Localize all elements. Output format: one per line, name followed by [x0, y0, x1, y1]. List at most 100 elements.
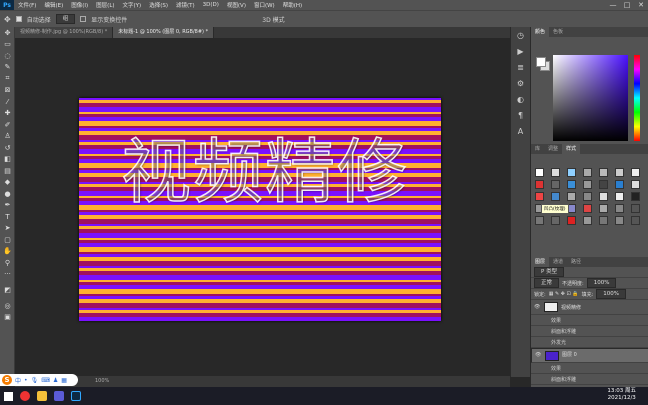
brush-settings-icon[interactable]: ≣ [511, 59, 530, 75]
style-swatch[interactable] [599, 180, 608, 189]
canvas-title-text[interactable]: 视频精修 [120, 116, 409, 217]
style-swatch[interactable] [551, 180, 560, 189]
style-swatch[interactable] [567, 180, 576, 189]
style-swatch[interactable] [535, 180, 544, 189]
eraser-tool-icon[interactable]: ◧ [0, 154, 15, 166]
tab-libraries[interactable]: 库 [531, 144, 544, 154]
style-swatch[interactable] [599, 204, 608, 213]
adjust-icon[interactable]: ◐ [511, 91, 530, 107]
screen-mode-icon[interactable]: ▣ [0, 312, 15, 324]
menu-image[interactable]: 图像(I) [67, 1, 92, 9]
style-swatch[interactable] [583, 204, 592, 213]
blend-mode-select[interactable]: 正常 [534, 278, 560, 288]
style-swatch[interactable] [567, 168, 576, 177]
move-tool-icon[interactable]: ✥ [4, 15, 11, 24]
style-swatch[interactable] [535, 216, 544, 225]
properties-icon[interactable]: ⚙ [511, 75, 530, 91]
style-swatch[interactable] [567, 192, 576, 201]
ime-toolbar[interactable]: S 中 • 🎙 ⌨ ♟ ▦ [0, 374, 78, 386]
style-swatch[interactable] [583, 192, 592, 201]
ime-mic-icon[interactable]: 🎙 [31, 377, 39, 384]
style-swatch[interactable] [583, 168, 592, 177]
ime-grid-icon[interactable]: ▦ [61, 377, 67, 384]
menu-file[interactable]: 文件(F) [14, 1, 40, 9]
ime-keyboard-icon[interactable]: ⌨ [41, 377, 50, 384]
document-canvas[interactable]: 视频精修 [79, 98, 441, 321]
fill-input[interactable]: 100% [596, 289, 626, 299]
healing-brush-icon[interactable]: ✚ [0, 108, 15, 120]
layer-effects-row[interactable]: 效果 [531, 363, 648, 374]
pen-tool-icon[interactable]: ✒ [0, 200, 15, 212]
style-swatch[interactable] [615, 216, 624, 225]
blur-tool-icon[interactable]: ◆ [0, 177, 15, 189]
shape-tool-icon[interactable]: ▢ [0, 234, 15, 246]
taskbar-clock[interactable]: 13:03 周五 2021/12/3 [607, 388, 636, 402]
history-brush-icon[interactable]: ↺ [0, 142, 15, 154]
tab-swatches[interactable]: 色板 [549, 27, 567, 37]
effect-bevel-row[interactable]: 斜面和浮雕 [531, 326, 648, 337]
style-swatch[interactable] [583, 216, 592, 225]
crop-tool-icon[interactable]: ⌗ [0, 73, 15, 85]
history-icon[interactable]: ◷ [511, 27, 530, 43]
tab-styles[interactable]: 样式 [562, 144, 581, 154]
play-icon[interactable]: ▶ [511, 43, 530, 59]
tab-document-1[interactable]: 视频精修-制作.jpg @ 100%(RGB/8) * [15, 27, 114, 38]
tab-adjustments[interactable]: 调整 [544, 144, 562, 154]
type-tool-icon[interactable]: T [0, 211, 15, 223]
style-swatch[interactable] [535, 192, 544, 201]
minimize-button[interactable]: — [606, 1, 620, 9]
foreground-color-swatch[interactable] [536, 57, 546, 67]
gradient-tool-icon[interactable]: ▤ [0, 165, 15, 177]
style-swatch[interactable] [583, 180, 592, 189]
windows-start-icon[interactable] [4, 391, 13, 401]
style-swatch[interactable] [631, 204, 640, 213]
layer-row-text[interactable]: 👁 视频精修 [531, 300, 648, 315]
group-select[interactable]: 组 [55, 14, 76, 24]
glyph-icon[interactable]: A [511, 123, 530, 139]
menu-view[interactable]: 视图(V) [223, 1, 250, 9]
style-swatch[interactable] [631, 168, 640, 177]
menu-window[interactable]: 窗口(W) [250, 1, 279, 9]
lasso-tool-icon[interactable]: ◌ [0, 50, 15, 62]
layer-row-image[interactable]: 👁 图层 0 [531, 348, 648, 363]
app-icon[interactable] [54, 391, 64, 401]
tab-color[interactable]: 颜色 [531, 27, 550, 37]
show-transform-checkbox[interactable] [80, 16, 87, 22]
menu-edit[interactable]: 编辑(E) [40, 1, 67, 9]
layer-kind-filter[interactable]: P 类型 [534, 267, 565, 277]
maximize-button[interactable]: □ [620, 1, 634, 9]
tab-paths[interactable]: 路径 [567, 257, 585, 267]
tab-layers[interactable]: 图层 [531, 257, 550, 267]
color-picker-field[interactable] [553, 55, 628, 141]
opacity-input[interactable]: 100% [586, 278, 617, 288]
style-swatch[interactable] [567, 216, 576, 225]
zoom-tool-icon[interactable]: ⚲ [0, 257, 15, 269]
ime-user-icon[interactable]: ♟ [53, 377, 58, 384]
effect-glow-row[interactable]: 外发光 [531, 337, 648, 348]
folder-icon[interactable] [37, 391, 47, 401]
quick-select-tool-icon[interactable]: ✎ [0, 62, 15, 74]
dodge-tool-icon[interactable]: ● [0, 188, 15, 200]
close-button[interactable]: ✕ [634, 1, 648, 9]
visibility-eye-icon[interactable]: 👁 [535, 351, 542, 360]
canvas-area[interactable]: 视频精修 [15, 38, 510, 376]
style-swatch[interactable] [535, 168, 544, 177]
lock-icons[interactable]: ▦ ✎ ✥ ⊡ 🔒 [549, 291, 579, 297]
style-swatch[interactable] [599, 192, 608, 201]
style-swatch[interactable] [551, 192, 560, 201]
hand-tool-icon[interactable]: ✋ [0, 246, 15, 258]
ime-mode[interactable]: 中 [15, 376, 21, 385]
auto-select-checkbox[interactable] [15, 16, 22, 22]
chrome-icon[interactable] [20, 391, 30, 401]
menu-layer[interactable]: 图层(L) [92, 1, 118, 9]
layer-effects-row[interactable]: 效果 [531, 315, 648, 326]
style-swatch[interactable] [599, 216, 608, 225]
more-tools-icon[interactable]: ··· [0, 269, 15, 281]
tab-document-2[interactable]: 未标题-1 @ 100% (图层 0, RGB/8#) * [113, 27, 215, 38]
quick-mask-icon[interactable]: ◎ [0, 300, 15, 312]
ime-punct-icon[interactable]: • [24, 377, 28, 384]
style-swatch[interactable] [631, 180, 640, 189]
style-swatch[interactable] [551, 216, 560, 225]
frame-tool-icon[interactable]: ⊠ [0, 85, 15, 97]
brush-tool-icon[interactable]: ✐ [0, 119, 15, 131]
